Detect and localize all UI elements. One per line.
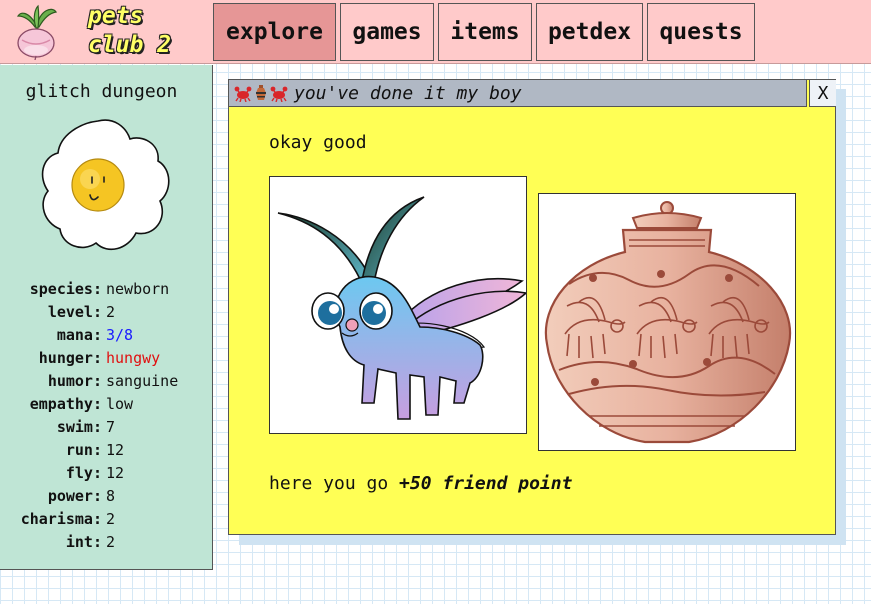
reward-prefix: here you go xyxy=(269,473,400,494)
stat-label: charisma: xyxy=(20,509,102,528)
tab-explore[interactable]: explore xyxy=(213,3,336,61)
stat-row-empathy: empathy: low xyxy=(0,392,213,415)
tab-petdex[interactable]: petdex xyxy=(536,3,643,61)
stat-value: 7 xyxy=(106,417,116,436)
stat-label: level: xyxy=(47,302,102,321)
stat-row-species: species: newborn xyxy=(0,277,213,300)
stat-label: power: xyxy=(47,486,102,505)
bug-creature-image xyxy=(269,176,528,434)
stat-row-int: int: 2 xyxy=(0,530,213,553)
brand-line-1: pets xyxy=(88,3,144,29)
bug-creature-icon xyxy=(277,196,528,420)
reward-modal: you've done it my boy X okay good here y… xyxy=(228,79,836,535)
stat-value: 2 xyxy=(106,532,116,551)
pet-stats: species: newborn level: 2 mana: 3/8 hung… xyxy=(0,277,213,553)
stat-value: 12 xyxy=(106,440,125,459)
tab-quests[interactable]: quests xyxy=(647,3,755,61)
stat-value: sanguine xyxy=(106,371,179,390)
vase-icon xyxy=(544,201,792,444)
close-button[interactable]: X xyxy=(809,80,836,107)
stat-label: empathy: xyxy=(29,394,102,413)
pet-name: glitch dungeon xyxy=(25,81,178,102)
pet-sidebar: glitch dungeon species: newborn level: 2… xyxy=(0,65,213,570)
stat-value: 3/8 xyxy=(106,325,134,344)
stat-label: humor: xyxy=(47,371,102,390)
amphora-image xyxy=(538,193,796,451)
modal-title: you've done it my boy xyxy=(294,82,522,104)
site-brand[interactable]: pets club 2 xyxy=(88,2,171,60)
stat-row-mana: mana: 3/8 xyxy=(0,323,213,346)
modal-titlebar[interactable]: you've done it my boy xyxy=(229,80,807,107)
tab-items[interactable]: items xyxy=(438,3,532,61)
top-header: pets club 2 explore games items petdex q… xyxy=(0,0,871,64)
stat-row-hunger: hunger: hungwy xyxy=(0,346,213,369)
main-nav: explore games items petdex quests xyxy=(213,3,759,61)
stat-value: 8 xyxy=(106,486,116,505)
stat-value: low xyxy=(106,394,134,413)
tab-games[interactable]: games xyxy=(340,3,434,61)
turnip-logo-icon[interactable] xyxy=(14,4,60,60)
stat-row-power: power: 8 xyxy=(0,484,213,507)
crab-icon xyxy=(234,86,252,102)
stat-label: int: xyxy=(65,532,102,551)
stat-value: 12 xyxy=(106,463,125,482)
stat-row-humor: humor: sanguine xyxy=(0,369,213,392)
stat-label: species: xyxy=(29,279,102,298)
title-icons xyxy=(229,84,288,102)
stat-row-charisma: charisma: 2 xyxy=(0,507,213,530)
stat-row-run: run: 12 xyxy=(0,438,213,461)
stat-value: 2 xyxy=(106,509,116,528)
amphora-icon xyxy=(256,85,266,100)
stat-value: newborn xyxy=(106,279,170,298)
stat-row-level: level: 2 xyxy=(0,300,213,323)
reward-text: here you go +50 friend point xyxy=(269,473,572,494)
stat-label: hunger: xyxy=(38,348,102,367)
stat-row-fly: fly: 12 xyxy=(0,461,213,484)
brand-line-2: club 2 xyxy=(88,32,172,58)
modal-message: okay good xyxy=(269,132,367,153)
stat-label: mana: xyxy=(56,325,102,344)
crab-icon xyxy=(270,86,288,102)
stat-label: fly: xyxy=(65,463,102,482)
stat-value: 2 xyxy=(106,302,116,321)
reward-points: +50 friend point xyxy=(399,473,573,494)
stat-label: swim: xyxy=(56,417,102,436)
stat-label: run: xyxy=(65,440,102,459)
stat-row-swim: swim: 7 xyxy=(0,415,213,438)
egg-pet-icon xyxy=(41,119,170,251)
stat-value: hungwy xyxy=(106,348,161,367)
